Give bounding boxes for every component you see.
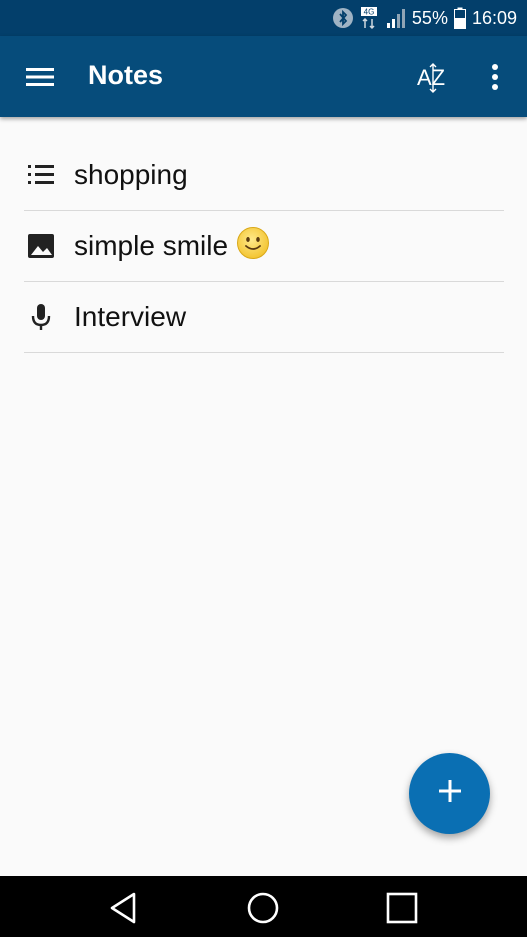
- svg-text:AZ: AZ: [417, 65, 445, 90]
- signal-icon: [386, 7, 406, 29]
- svg-text:4G: 4G: [364, 8, 375, 17]
- note-item-interview[interactable]: Interview: [24, 282, 504, 353]
- battery-percent: 55%: [411, 7, 448, 28]
- back-icon[interactable]: [106, 890, 142, 926]
- battery-icon: [453, 7, 466, 29]
- microphone-icon: [26, 302, 56, 332]
- note-title: simple smile: [74, 230, 229, 261]
- image-icon: [26, 231, 56, 261]
- sort-az-icon[interactable]: AZ: [414, 58, 454, 96]
- note-item-shopping[interactable]: shopping: [24, 140, 504, 211]
- page-title: Notes: [88, 60, 164, 90]
- hamburger-menu-icon[interactable]: [22, 61, 58, 93]
- home-icon[interactable]: [245, 890, 281, 926]
- note-title: shopping: [74, 159, 188, 190]
- note-item-simple-smile[interactable]: simple smile: [24, 211, 504, 282]
- notes-list: shopping simple smile Interview: [24, 140, 504, 353]
- bluetooth-icon: [332, 7, 354, 29]
- recents-icon[interactable]: [384, 890, 420, 926]
- network-icon: 4G: [360, 6, 380, 30]
- add-note-button[interactable]: [409, 753, 490, 834]
- note-title: Interview: [74, 301, 187, 332]
- navigation-bar: [0, 876, 527, 937]
- more-vert-icon[interactable]: [480, 60, 510, 94]
- smiley-emoji: [236, 226, 270, 267]
- status-bar: 4G 55% 16:09: [0, 0, 527, 36]
- plus-icon: [437, 778, 463, 809]
- app-bar: Notes AZ: [0, 36, 527, 117]
- clock: 16:09: [471, 7, 517, 28]
- checklist-icon: [26, 160, 56, 190]
